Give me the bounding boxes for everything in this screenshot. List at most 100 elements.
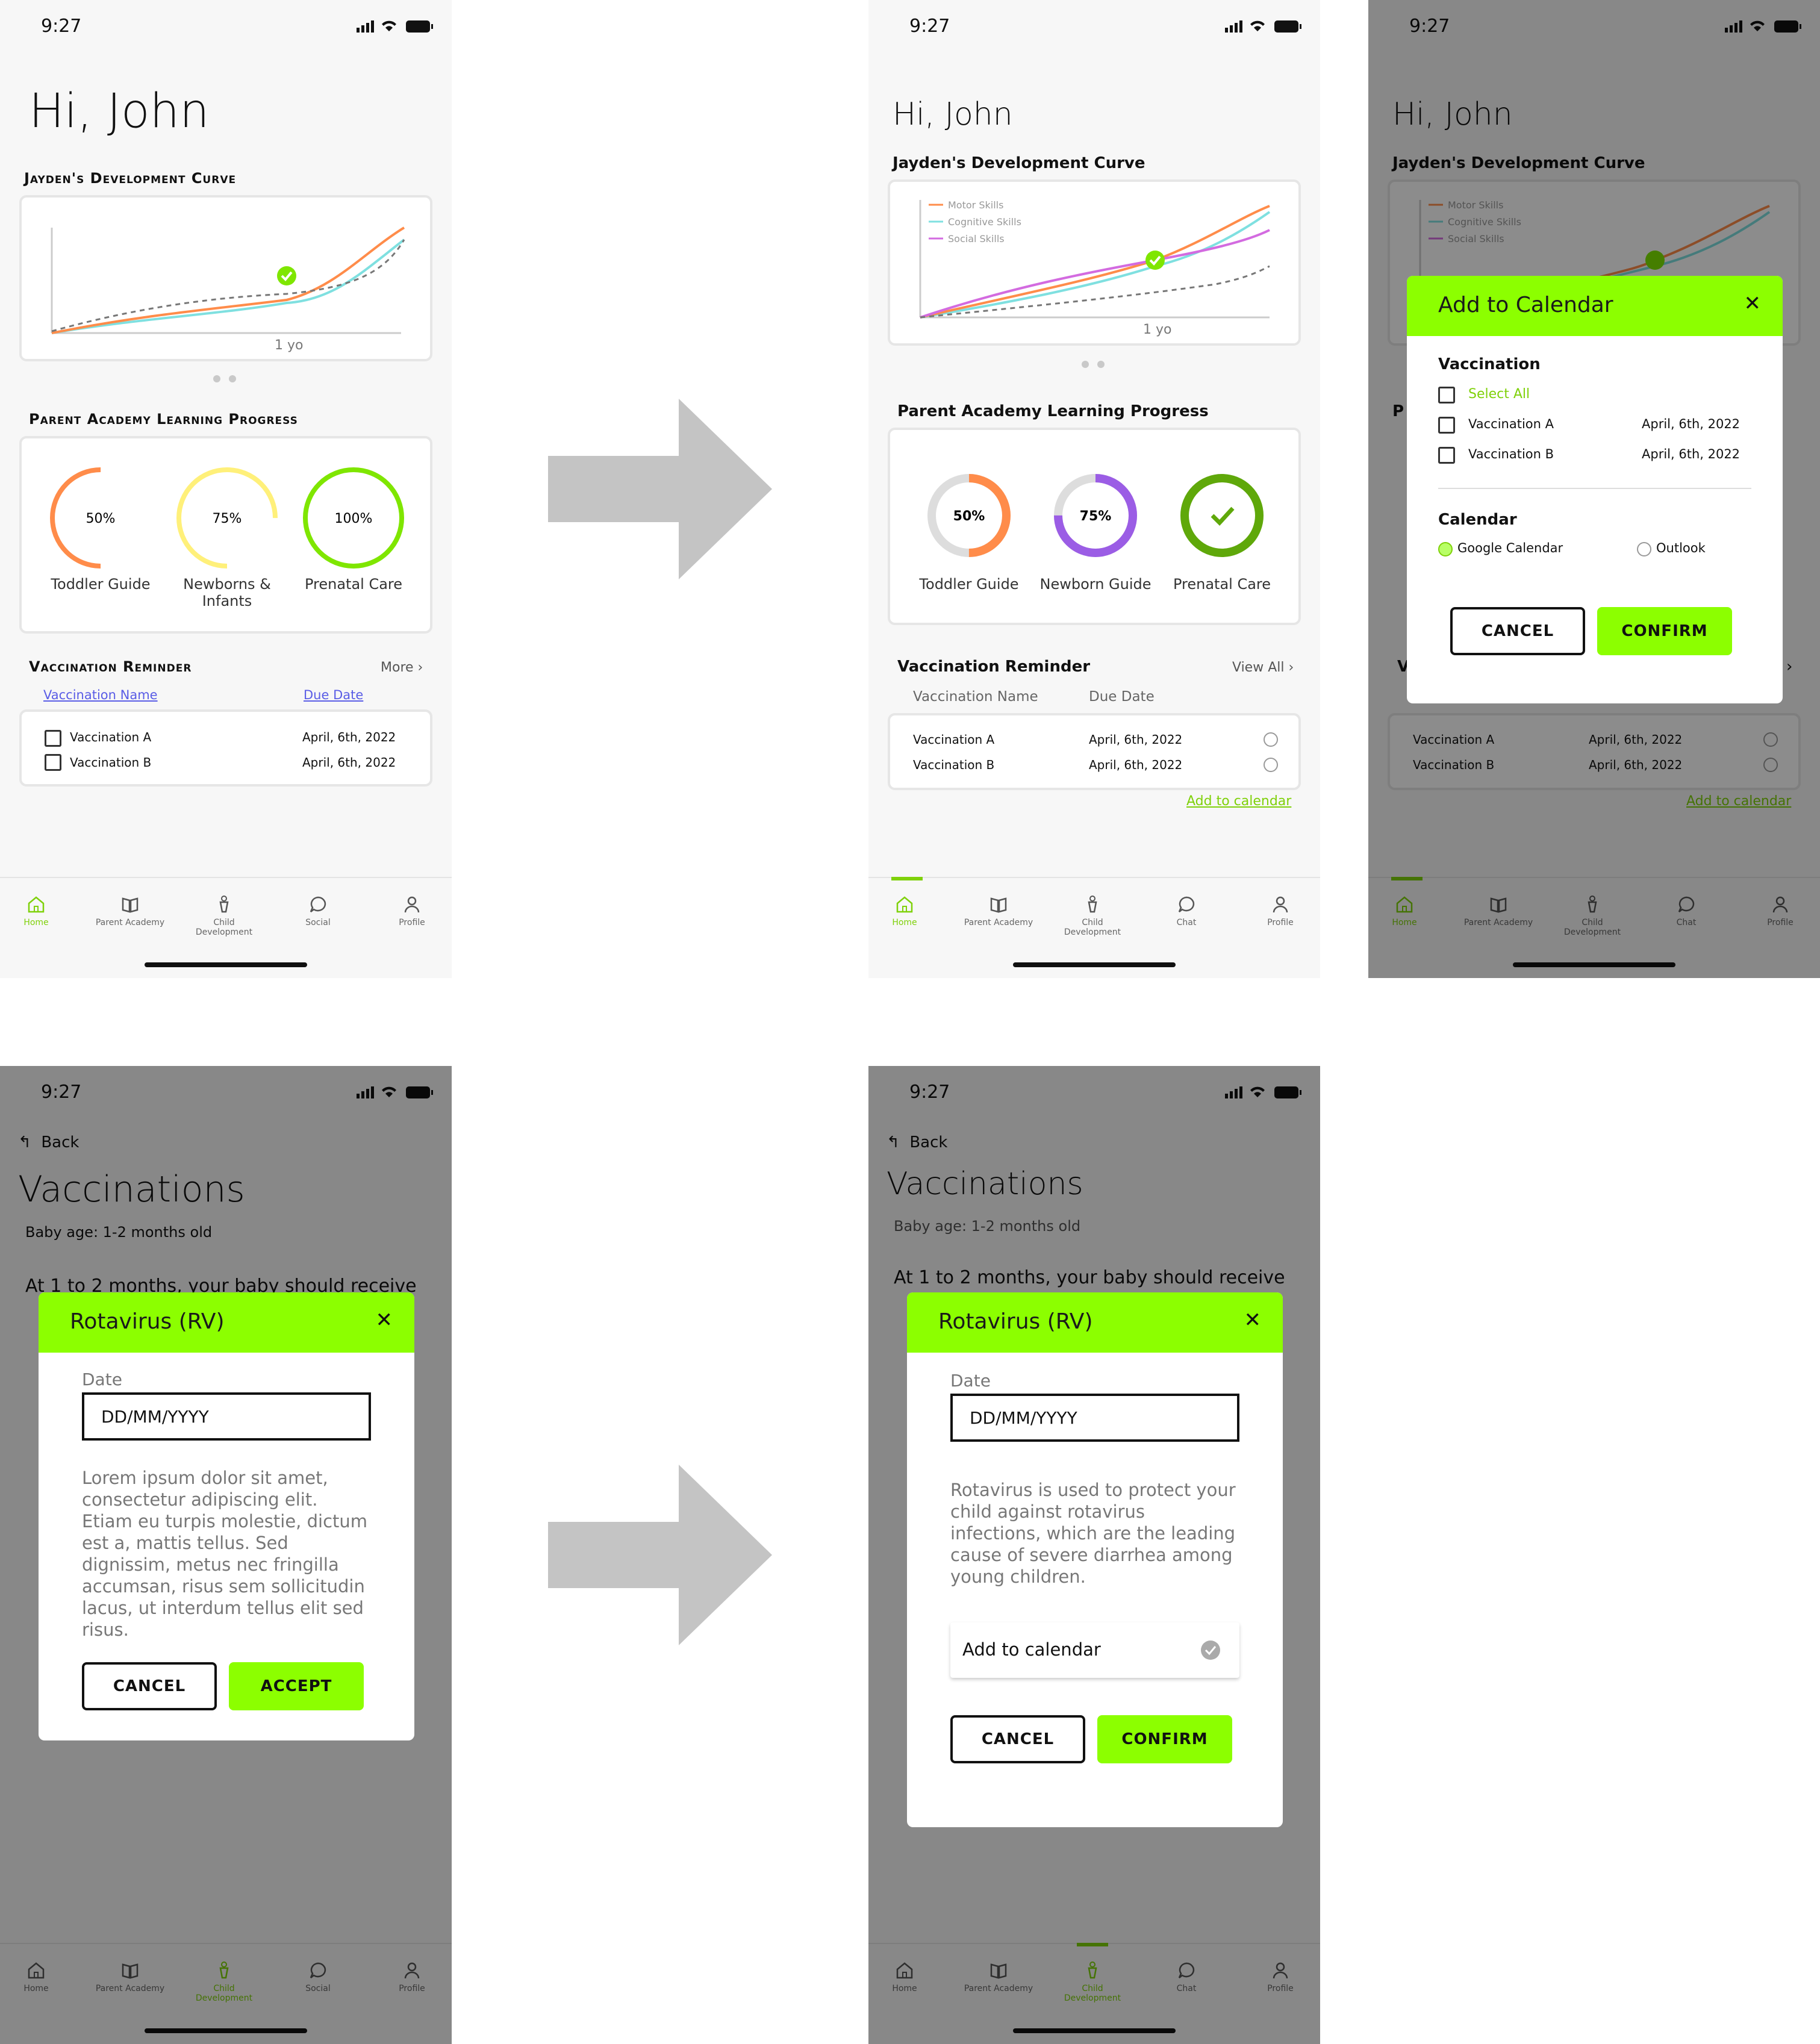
- vaccination-b-radio[interactable]: [1264, 758, 1278, 772]
- col-due-date[interactable]: Due Date: [304, 688, 363, 702]
- view-all-label[interactable]: View All: [1232, 660, 1284, 675]
- more-link[interactable]: More ›: [381, 660, 423, 675]
- add-to-calendar-link[interactable]: Add to calendar: [1186, 794, 1291, 809]
- screen-home-v1: 9:27 Hi, John Jayden's Development Curve…: [0, 0, 452, 978]
- tab-label: Profile: [1267, 918, 1294, 927]
- home-indicator: [145, 962, 307, 967]
- progress-ring-1[interactable]: 50% Toddler Guide: [40, 460, 161, 600]
- calendar-label: Calendar: [1438, 511, 1517, 529]
- outlook-radio[interactable]: [1637, 542, 1651, 556]
- legend-social: Social Skills: [948, 233, 1005, 245]
- screen-vaccinations-v1: 9:27 ↰ Back Vaccinations Baby age: 1-2 m…: [0, 1066, 452, 2044]
- confirm-button[interactable]: CONFIRM: [1597, 607, 1732, 655]
- vaccination-b-checkbox[interactable]: [1438, 447, 1455, 464]
- tab-label: Social: [305, 918, 331, 927]
- outlook-label[interactable]: Outlook: [1656, 541, 1706, 555]
- confirm-button[interactable]: CONFIRM: [1097, 1715, 1232, 1763]
- rotavirus-modal: Rotavirus (RV) ✕ Date DD/MM/YYYY Rotavir…: [907, 1292, 1283, 1827]
- greeting: Hi, John: [29, 84, 210, 139]
- vaccination-a-date: April, 6th, 2022: [1089, 732, 1183, 747]
- progress-ring-3[interactable]: Prenatal Care: [1162, 458, 1282, 597]
- vaccination-a-name: Vaccination A: [1468, 417, 1554, 431]
- modal-title: Add to Calendar: [1438, 293, 1613, 317]
- development-curve-chart: Motor Skills Cognitive Skills Social Ski…: [919, 199, 1271, 337]
- modal-header: Add to Calendar ✕: [1407, 276, 1783, 336]
- date-field[interactable]: DD/MM/YYYY: [950, 1394, 1239, 1442]
- close-icon[interactable]: ✕: [376, 1308, 393, 1332]
- child-icon: [219, 896, 229, 913]
- progress-label: Newborn Guide: [1039, 576, 1152, 593]
- status-time: 9:27: [909, 16, 950, 37]
- add-to-calendar-label: Add to calendar: [962, 1639, 1101, 1660]
- view-all-link[interactable]: View All ›: [1232, 660, 1294, 675]
- close-icon[interactable]: ✕: [1744, 291, 1762, 316]
- tab-parent-academy[interactable]: Parent Academy: [959, 895, 1038, 927]
- status-time: 9:27: [41, 16, 82, 37]
- google-calendar-radio[interactable]: [1438, 542, 1453, 556]
- page-dots[interactable]: [213, 373, 245, 385]
- col-vaccination-name: Vaccination Name: [913, 689, 1038, 705]
- accept-button[interactable]: ACCEPT: [229, 1662, 364, 1710]
- progress-label: Toddler Guide: [919, 576, 1019, 593]
- book-icon: [990, 897, 1007, 913]
- google-calendar-label[interactable]: Google Calendar: [1457, 541, 1563, 555]
- chat-bubble-icon: [1178, 896, 1195, 912]
- tab-child-development[interactable]: Child Development: [185, 895, 263, 937]
- progress-value: 100%: [335, 511, 373, 526]
- close-icon[interactable]: ✕: [1244, 1308, 1262, 1332]
- tab-home[interactable]: Home: [868, 895, 944, 927]
- tab-label: Home: [892, 918, 917, 927]
- flow-arrow-top: [548, 399, 772, 579]
- legend-motor: Motor Skills: [948, 199, 1003, 211]
- development-curve-card[interactable]: 1 yo: [19, 195, 432, 361]
- vaccination-b-date: April, 6th, 2022: [302, 755, 396, 770]
- vaccination-b-checkbox[interactable]: [45, 754, 61, 771]
- progress-ring-1[interactable]: 50% Toddler Guide: [909, 458, 1029, 597]
- development-curve-card[interactable]: Motor Skills Cognitive Skills Social Ski…: [888, 179, 1301, 346]
- progress-value: 50%: [86, 511, 116, 526]
- cancel-button[interactable]: CANCEL: [950, 1715, 1085, 1763]
- vaccination-a-checkbox[interactable]: [45, 730, 61, 747]
- more-label[interactable]: More: [381, 660, 414, 675]
- cancel-button[interactable]: CANCEL: [82, 1662, 217, 1710]
- progress-ring-3[interactable]: 100% Prenatal Care: [293, 460, 414, 600]
- col-vaccination-name[interactable]: Vaccination Name: [43, 688, 158, 702]
- vaccination-a-radio[interactable]: [1264, 732, 1278, 747]
- tab-home[interactable]: Home: [0, 895, 75, 927]
- progress-ring-2[interactable]: 75% Newborns & Infants: [167, 460, 287, 617]
- cancel-button[interactable]: CANCEL: [1450, 607, 1585, 655]
- tab-label: Child Development: [1064, 918, 1121, 937]
- screen-add-to-calendar: 9:27 Hi, John Jayden's Development Curve…: [1368, 0, 1820, 978]
- progress-value: 75%: [1080, 509, 1112, 524]
- greeting: Hi, John: [893, 96, 1013, 132]
- tab-chat[interactable]: Chat: [1147, 895, 1226, 927]
- vaccination-list: Vaccination A April, 6th, 2022 Vaccinati…: [19, 709, 432, 787]
- page-dots[interactable]: [1082, 359, 1113, 370]
- add-to-calendar-toggle[interactable]: Add to calendar: [950, 1622, 1239, 1678]
- legend-cognitive: Cognitive Skills: [948, 216, 1021, 228]
- status-icons: [357, 20, 433, 33]
- tab-parent-academy[interactable]: Parent Academy: [91, 895, 169, 927]
- vaccination-a-date: April, 6th, 2022: [1642, 417, 1741, 431]
- development-curve-title: Jayden's Development Curve: [24, 170, 237, 187]
- select-all-checkbox[interactable]: [1438, 387, 1455, 404]
- progress-arc: [1180, 474, 1264, 557]
- date-label: Date: [82, 1369, 122, 1389]
- tab-child-development[interactable]: Child Development: [1053, 895, 1132, 937]
- development-curve-chart: 1 yo: [51, 226, 405, 353]
- progress-ring-2[interactable]: 75% Newborn Guide: [1035, 458, 1156, 597]
- date-field[interactable]: DD/MM/YYYY: [82, 1392, 371, 1441]
- tab-social[interactable]: Social: [279, 895, 357, 927]
- check-marker: [1145, 251, 1165, 270]
- vaccination-b-date: April, 6th, 2022: [1089, 758, 1183, 772]
- progress-label: Prenatal Care: [304, 576, 403, 593]
- modal-header: Rotavirus (RV) ✕: [907, 1292, 1283, 1353]
- tab-profile[interactable]: Profile: [373, 895, 451, 927]
- tab-label: Chat: [1176, 918, 1197, 927]
- col-due-date: Due Date: [1089, 689, 1155, 705]
- select-all-label[interactable]: Select All: [1468, 387, 1530, 402]
- vaccination-a-checkbox[interactable]: [1438, 417, 1455, 434]
- home-icon: [28, 896, 45, 913]
- tab-profile[interactable]: Profile: [1241, 895, 1320, 927]
- active-tab-indicator: [891, 877, 923, 880]
